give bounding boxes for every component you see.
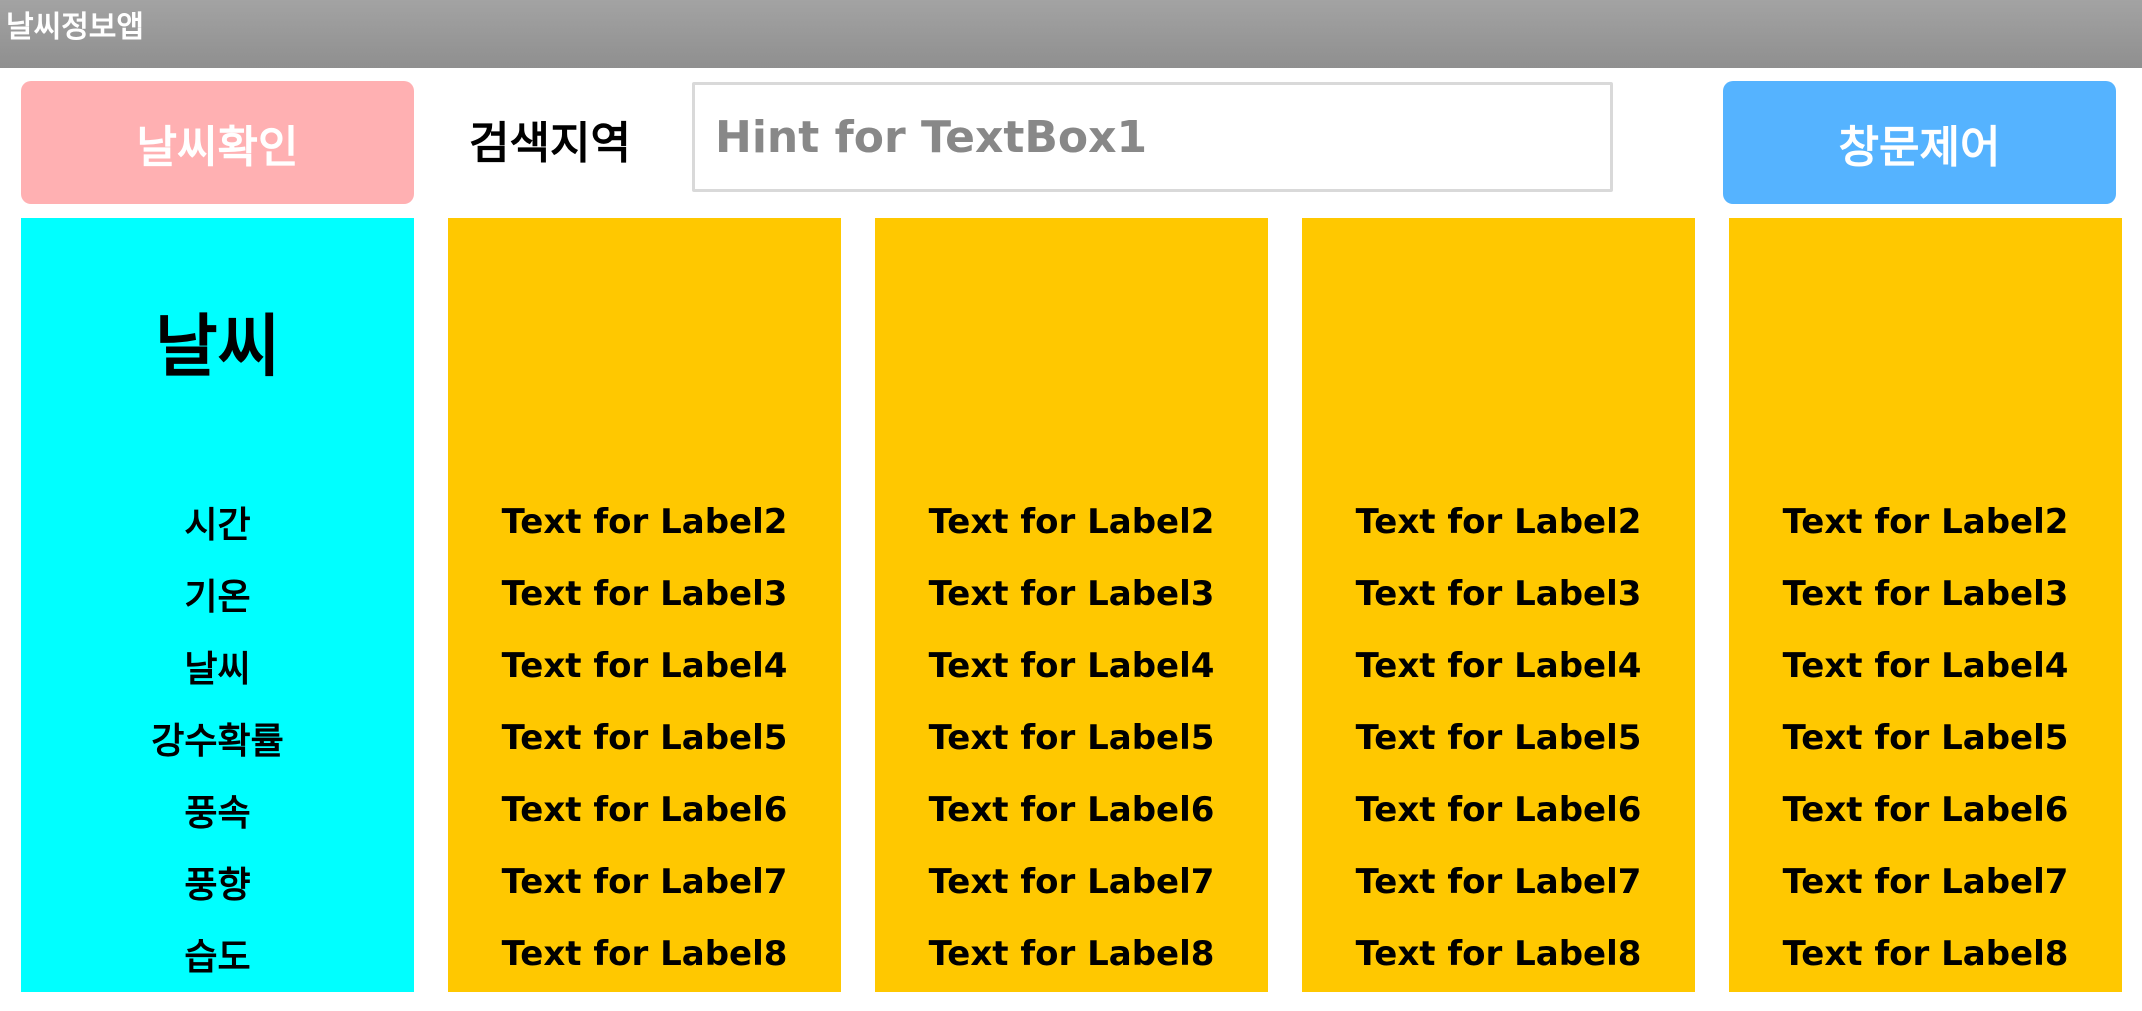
weather-heading: 날씨 xyxy=(154,308,281,387)
forecast-weather-value: Text for Label4 xyxy=(928,646,1215,686)
forecast-column-3: Text for Label2 Text for Label3 Text for… xyxy=(1302,218,1695,992)
forecast-wind-direction-value: Text for Label7 xyxy=(928,862,1215,902)
forecast-column-1: Text for Label2 Text for Label3 Text for… xyxy=(448,218,841,992)
app-title: 날씨정보앱 xyxy=(6,10,144,45)
forecast-time-value: Text for Label2 xyxy=(501,502,788,542)
forecast-wind-speed-value: Text for Label6 xyxy=(501,790,788,830)
title-bar: 날씨정보앱 xyxy=(0,0,2142,68)
forecast-rows: Text for Label2 Text for Label3 Text for… xyxy=(875,486,1268,990)
search-region-label: 검색지역 xyxy=(469,118,631,169)
forecast-temperature-value: Text for Label3 xyxy=(501,574,788,614)
forecast-precipitation-value: Text for Label5 xyxy=(501,718,788,758)
forecast-time-value: Text for Label2 xyxy=(1782,502,2069,542)
label-humidity: 습도 xyxy=(184,937,251,978)
forecast-precipitation-value: Text for Label5 xyxy=(1355,718,1642,758)
label-precipitation-chance: 강수확률 xyxy=(151,721,284,762)
forecast-wind-speed-value: Text for Label6 xyxy=(1782,790,2069,830)
forecast-precipitation-value: Text for Label5 xyxy=(928,718,1215,758)
label-time: 시간 xyxy=(184,505,251,546)
forecast-precipitation-value: Text for Label5 xyxy=(1782,718,2069,758)
forecast-humidity-value: Text for Label8 xyxy=(501,934,788,974)
label-wind-speed: 풍속 xyxy=(184,793,251,834)
forecast-rows: Text for Label2 Text for Label3 Text for… xyxy=(1729,486,2122,990)
forecast-humidity-value: Text for Label8 xyxy=(928,934,1215,974)
forecast-temperature-value: Text for Label3 xyxy=(1782,574,2069,614)
label-temperature: 기온 xyxy=(184,577,251,618)
forecast-time-value: Text for Label2 xyxy=(928,502,1215,542)
weather-labels-column: 날씨 시간 기온 날씨 강수확률 풍속 풍향 습도 xyxy=(21,218,414,992)
forecast-wind-direction-value: Text for Label7 xyxy=(1355,862,1642,902)
forecast-rows: Text for Label2 Text for Label3 Text for… xyxy=(1302,486,1695,990)
forecast-weather-value: Text for Label4 xyxy=(1782,646,2069,686)
window-control-button[interactable]: 창문제어 xyxy=(1723,81,2116,204)
forecast-weather-value: Text for Label4 xyxy=(501,646,788,686)
forecast-wind-speed-value: Text for Label6 xyxy=(1355,790,1642,830)
forecast-rows: Text for Label2 Text for Label3 Text for… xyxy=(448,486,841,990)
forecast-weather-value: Text for Label4 xyxy=(1355,646,1642,686)
check-weather-button[interactable]: 날씨확인 xyxy=(21,81,414,204)
forecast-wind-speed-value: Text for Label6 xyxy=(928,790,1215,830)
label-rows: 시간 기온 날씨 강수확률 풍속 풍향 습도 xyxy=(21,486,414,990)
forecast-column-4: Text for Label2 Text for Label3 Text for… xyxy=(1729,218,2122,992)
forecast-wind-direction-value: Text for Label7 xyxy=(1782,862,2069,902)
forecast-temperature-value: Text for Label3 xyxy=(928,574,1215,614)
forecast-column-2: Text for Label2 Text for Label3 Text for… xyxy=(875,218,1268,992)
forecast-temperature-value: Text for Label3 xyxy=(1355,574,1642,614)
forecast-humidity-value: Text for Label8 xyxy=(1782,934,2069,974)
forecast-humidity-value: Text for Label8 xyxy=(1355,934,1642,974)
forecast-time-value: Text for Label2 xyxy=(1355,502,1642,542)
label-weather: 날씨 xyxy=(184,649,251,690)
search-region-input[interactable] xyxy=(692,82,1613,192)
forecast-wind-direction-value: Text for Label7 xyxy=(501,862,788,902)
label-wind-direction: 풍향 xyxy=(184,865,251,906)
